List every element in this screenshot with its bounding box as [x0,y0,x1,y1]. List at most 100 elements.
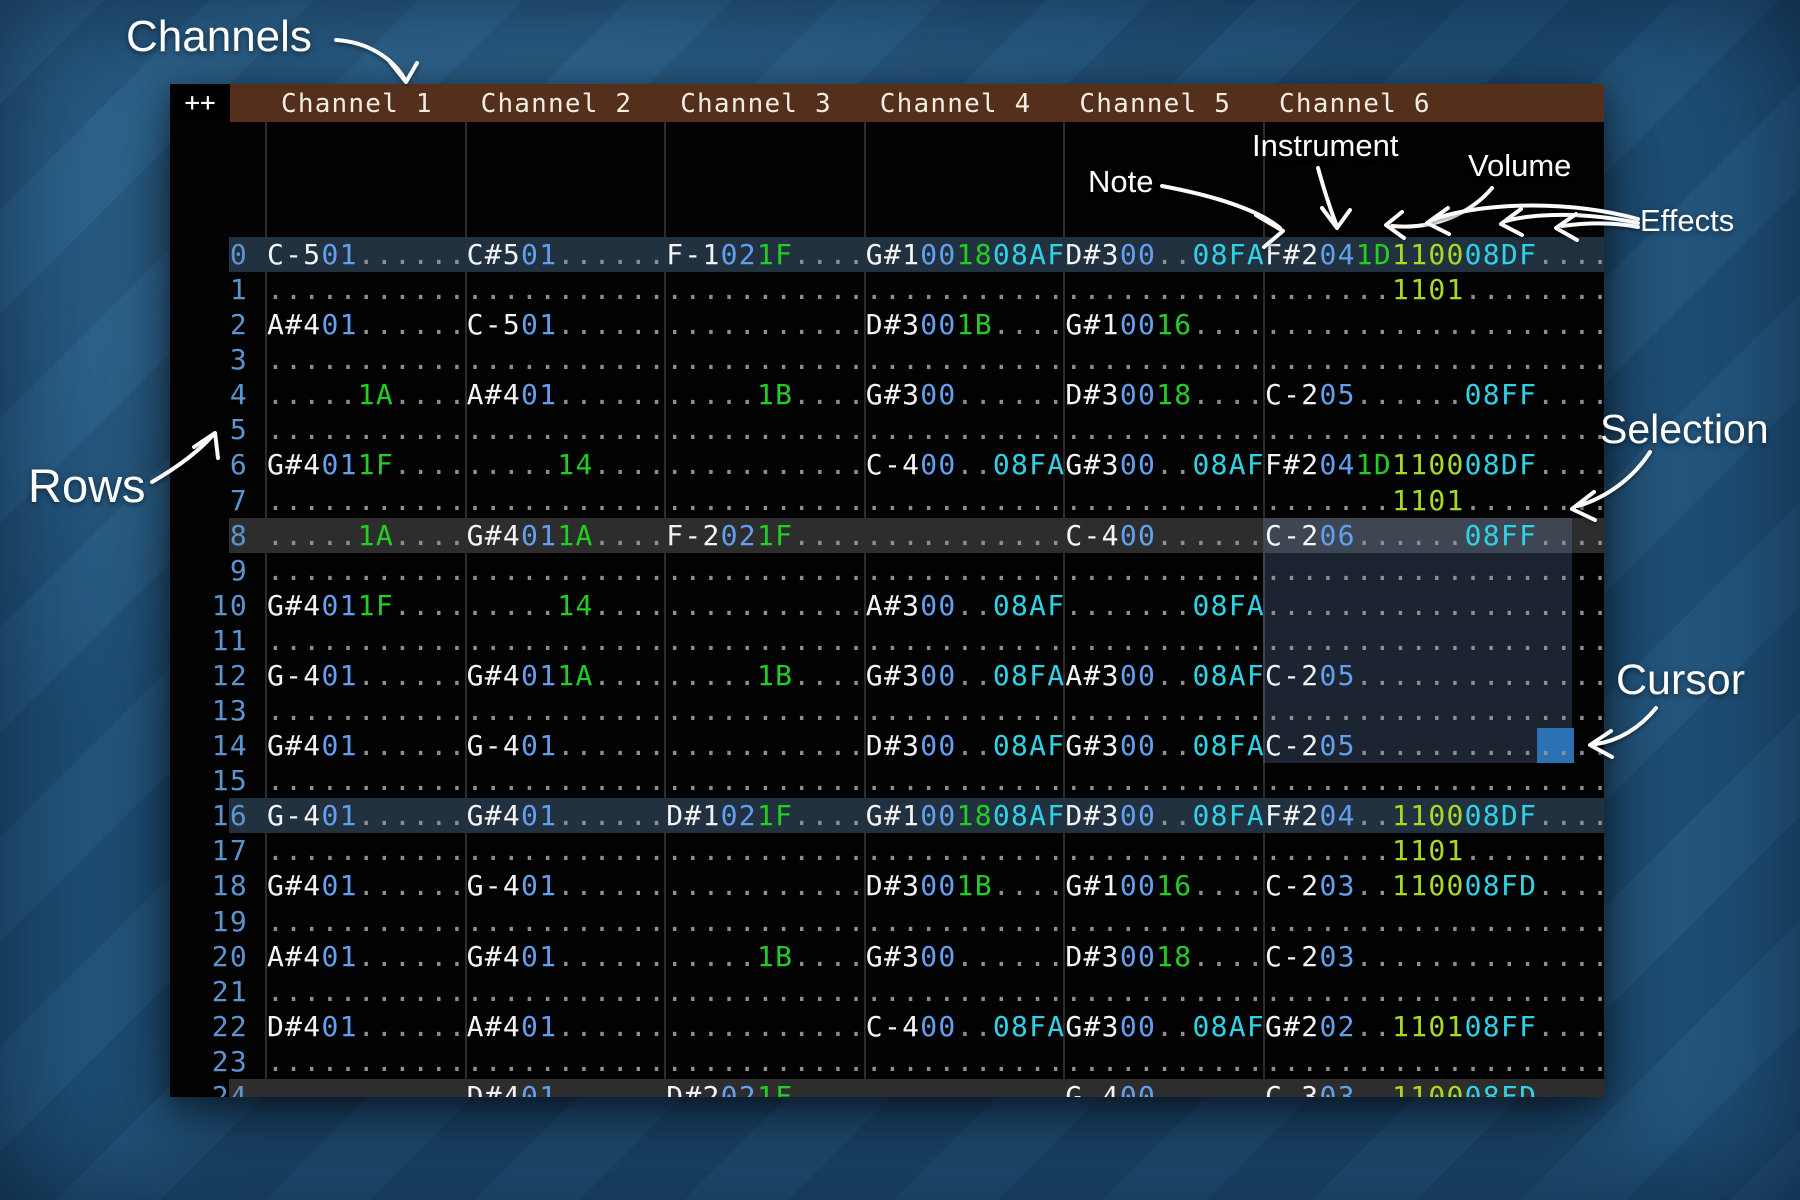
pattern-cell[interactable]: G#1001808AF [866,237,1066,272]
pattern-cell[interactable]: C-400..08FA [866,447,1066,482]
pattern-cell[interactable]: ........... [666,763,866,798]
pattern-cell[interactable]: ........... [267,623,467,658]
pattern-cell[interactable]: G#1001808AF [866,798,1066,833]
pattern-cell[interactable]: G-400...... [1065,1079,1265,1097]
pattern-cell[interactable]: ........... [467,904,667,939]
pattern-cell[interactable]: ........... [866,412,1066,447]
pattern-cell[interactable]: G-401...... [467,728,667,763]
pattern-cell[interactable]: G#4011A.... [467,518,667,553]
pattern-cell[interactable]: ........... [666,412,866,447]
pattern-cell[interactable]: G#4011A.... [467,658,667,693]
pattern-cell[interactable]: ........... [666,307,866,342]
pattern-cell[interactable]: ........... [866,272,1066,307]
pattern-cell[interactable]: C#501...... [467,237,667,272]
pattern-cell[interactable]: ................... [1265,904,1604,939]
pattern-cell[interactable]: ........... [866,518,1066,553]
pattern-cell[interactable]: ........... [267,693,467,728]
pattern-cell[interactable]: ........... [666,833,866,868]
pattern-cell[interactable]: ........... [666,974,866,1009]
pattern-cell[interactable]: G#401...... [467,939,667,974]
pattern-cell[interactable]: ........... [1065,693,1265,728]
pattern-cell[interactable]: A#401...... [267,307,467,342]
pattern-cell[interactable]: ........... [866,833,1066,868]
pattern-cell[interactable]: ........... [1065,974,1265,1009]
pattern-cell[interactable]: ........... [467,833,667,868]
pattern-cell[interactable]: D#300..08FA [1065,798,1265,833]
pattern-cell[interactable]: .......08FA [1065,588,1265,623]
pattern-cell[interactable]: F-1021F.... [666,237,866,272]
pattern-cell[interactable]: ........... [666,1044,866,1079]
pattern-cell[interactable]: G-401...... [267,658,467,693]
pattern-cell[interactable]: .....1B.... [666,939,866,974]
pattern-cell[interactable]: ........... [467,412,667,447]
pattern-cell[interactable]: ................... [1265,623,1604,658]
pattern-cell[interactable]: ........... [666,553,866,588]
pattern-cell[interactable]: ........... [866,342,1066,377]
pattern-cell[interactable]: ........... [1065,483,1265,518]
pattern-cell[interactable]: G#4011F.... [267,447,467,482]
pattern-cell[interactable]: ................... [1265,412,1604,447]
pattern-cell[interactable]: .....1B.... [666,377,866,412]
pattern-cell[interactable]: ........... [1065,342,1265,377]
pattern-cell[interactable]: A#401...... [467,377,667,412]
pattern-cell[interactable]: ........... [267,763,467,798]
pattern-cell[interactable]: .......1101........ [1265,833,1604,868]
pattern-cell[interactable]: D#1021F.... [666,798,866,833]
pattern-cell[interactable]: ........... [467,623,667,658]
pattern-cell[interactable]: ................... [1265,342,1604,377]
pattern-cell[interactable]: ................... [1265,763,1604,798]
pattern-cell[interactable]: ........... [866,553,1066,588]
pattern-cell[interactable]: ........... [467,693,667,728]
pattern-cell[interactable]: ........... [467,342,667,377]
pattern-cell[interactable]: ........... [267,1079,467,1097]
pattern-cell[interactable]: .....14.... [467,447,667,482]
pattern-cell[interactable]: A#401...... [267,939,467,974]
pattern-cell[interactable]: ........... [467,553,667,588]
pattern-cell[interactable]: ................... [1265,1044,1604,1079]
pattern-cell[interactable]: D#401...... [467,1079,667,1097]
pattern-cell[interactable]: ........... [1065,553,1265,588]
pattern-cell[interactable]: ........... [866,483,1066,518]
pattern-cell[interactable]: ........... [666,588,866,623]
pattern-cell[interactable]: .....1B.... [666,658,866,693]
pattern-cell[interactable]: ........... [267,412,467,447]
pattern-cell[interactable]: D#300..08AF [866,728,1066,763]
pattern-cell[interactable]: G-401...... [467,868,667,903]
pattern-cell[interactable]: ................... [1265,693,1604,728]
pattern-cell[interactable]: ........... [267,1044,467,1079]
pattern-cell[interactable]: G#300..08AF [1065,447,1265,482]
pattern-cell[interactable]: ........... [267,342,467,377]
pattern-cell[interactable]: ........... [666,904,866,939]
pattern-cell[interactable]: ........... [1065,763,1265,798]
pattern-cell[interactable]: C-203.............. [1265,939,1604,974]
pattern-cell[interactable]: .....1A.... [267,377,467,412]
pattern-cell[interactable]: G#401...... [267,728,467,763]
pattern-cell[interactable]: ........... [1065,904,1265,939]
pattern-cell[interactable]: C-205.............. [1265,658,1604,693]
pattern-cell[interactable]: C-205.............. [1265,728,1604,763]
pattern-cell[interactable]: ........... [866,693,1066,728]
pattern-cell[interactable]: A#401...... [467,1009,667,1044]
pattern-cell[interactable]: ........... [866,623,1066,658]
pattern-cell[interactable]: G#401...... [467,798,667,833]
pattern-cell[interactable]: ........... [866,904,1066,939]
pattern-cell[interactable]: ................... [1265,588,1604,623]
pattern-cell[interactable]: C-206......08FF.... [1265,518,1604,553]
pattern-cell[interactable]: ........... [467,763,667,798]
pattern-grid[interactable]: 0C-501......C#501......F-1021F....G#1001… [170,84,1604,1097]
pattern-cell[interactable]: D#30018.... [1065,377,1265,412]
pattern-cell[interactable]: F#2041D110008DF.... [1265,237,1604,272]
pattern-cell[interactable]: F-2021F.... [666,518,866,553]
pattern-cell[interactable]: ........... [267,974,467,1009]
pattern-cell[interactable]: G-401...... [267,798,467,833]
pattern-cell[interactable]: G#300..08FA [866,658,1066,693]
pattern-cell[interactable]: ........... [467,483,667,518]
pattern-cell[interactable]: A#300..08AF [1065,658,1265,693]
pattern-cell[interactable]: C-501...... [267,237,467,272]
pattern-cell[interactable]: G#300...... [866,377,1066,412]
pattern-cell[interactable]: ........... [467,1044,667,1079]
pattern-cell[interactable]: ........... [467,974,667,1009]
pattern-cell[interactable]: G#300..08FA [1065,728,1265,763]
pattern-cell[interactable]: ........... [1065,623,1265,658]
pattern-cell[interactable]: ........... [866,763,1066,798]
